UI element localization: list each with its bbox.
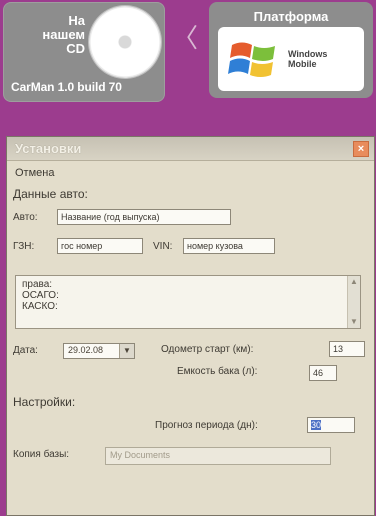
- odometer-input[interactable]: 13: [329, 341, 365, 357]
- cancel-menu-item[interactable]: Отмена: [15, 167, 54, 179]
- memo-text: права: ОСАГО: КАСКО:: [22, 279, 59, 312]
- wordmark-line1: Windows: [288, 49, 328, 59]
- chevron-left-icon: 〈: [172, 24, 199, 54]
- vin-input[interactable]: номер кузова: [183, 238, 275, 254]
- auto-input[interactable]: Название (год выпуска): [57, 209, 231, 225]
- car-data-heading: Данные авто:: [13, 187, 88, 201]
- documents-memo[interactable]: права: ОСАГО: КАСКО: ▲ ▼: [15, 275, 361, 329]
- dropdown-arrow-icon[interactable]: ▼: [119, 344, 134, 358]
- platform-logo-panel: Windows Mobile: [218, 27, 364, 91]
- scroll-up-icon[interactable]: ▲: [348, 276, 360, 288]
- date-label: Дата:: [13, 345, 38, 356]
- on-cd-label: На нашем CD: [42, 14, 85, 56]
- settings-window: Установки × Отмена Данные авто: Авто: На…: [6, 136, 375, 516]
- on-cd-badge: На нашем CD CarMan 1.0 build 70: [3, 2, 165, 102]
- platform-title: Платформа: [253, 9, 329, 24]
- windows-flag-icon: [228, 42, 275, 77]
- platform-badge: Платформа Windows Mobile: [209, 2, 373, 98]
- auto-label: Авто:: [13, 212, 38, 223]
- date-value: 29.02.08: [68, 345, 104, 355]
- wordmark-line2: Mobile: [288, 59, 317, 69]
- date-picker[interactable]: 29.02.08 ▼: [63, 343, 135, 359]
- close-button[interactable]: ×: [353, 141, 369, 157]
- tank-label: Емкость бака (л):: [177, 366, 258, 377]
- window-title: Установки: [15, 141, 82, 156]
- forecast-input[interactable]: 30: [307, 417, 355, 433]
- on-cd-line1: На: [68, 13, 85, 28]
- gnz-input[interactable]: гос номер: [57, 238, 143, 254]
- tank-input[interactable]: 46: [309, 365, 337, 381]
- forecast-value: 30: [311, 420, 322, 430]
- memo-scrollbar[interactable]: ▲ ▼: [347, 276, 360, 328]
- gnz-label: ГЗН:: [13, 241, 35, 252]
- vin-label: VIN:: [153, 241, 173, 252]
- backup-label: Копия базы:: [13, 449, 70, 460]
- on-cd-line2: нашем: [42, 27, 85, 42]
- window-titlebar: Установки ×: [7, 137, 374, 161]
- odometer-label: Одометр старт (км):: [161, 344, 254, 355]
- backup-path-value: My Documents: [110, 450, 171, 460]
- on-cd-line3: CD: [66, 41, 85, 56]
- forecast-label: Прогноз периода (дн):: [155, 420, 258, 431]
- cd-disc-icon: [89, 6, 161, 78]
- scroll-down-icon[interactable]: ▼: [348, 316, 360, 328]
- backup-path-field[interactable]: My Documents: [105, 447, 331, 465]
- settings-heading: Настройки:: [13, 395, 76, 409]
- version-label: CarMan 1.0 build 70: [11, 80, 122, 94]
- windows-mobile-wordmark: Windows Mobile: [288, 49, 327, 69]
